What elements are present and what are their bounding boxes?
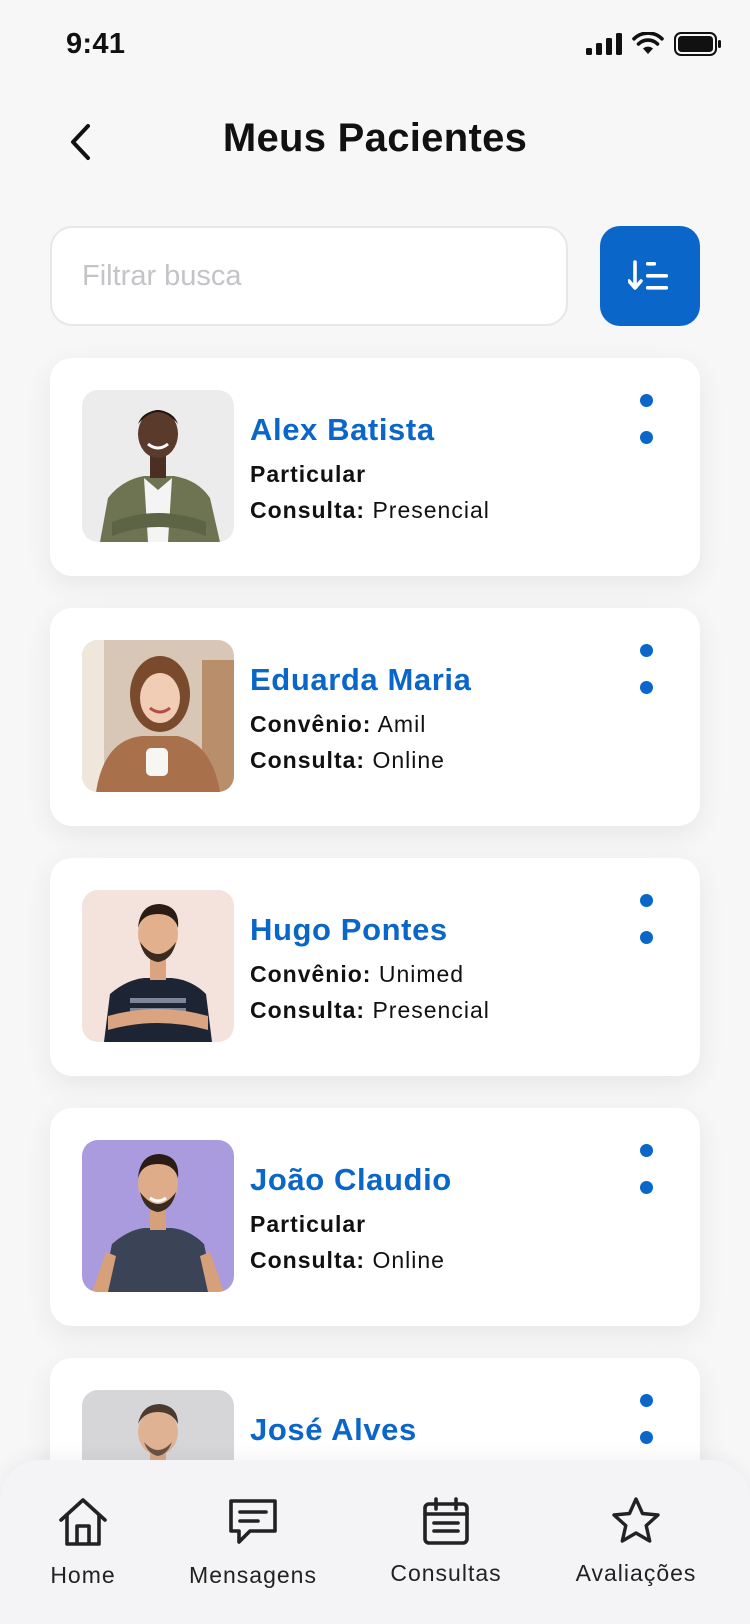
patient-coverage: Particular — [250, 456, 490, 492]
more-vertical-icon — [639, 644, 653, 657]
header: Meus Pacientes — [0, 100, 750, 184]
screen: 9:41 Meus Pacientes Filtrar busca Alex B… — [0, 0, 750, 1624]
more-options-button[interactable] — [636, 1394, 656, 1444]
patient-consultation: Consulta: Online — [250, 1242, 452, 1278]
patient-card[interactable]: Hugo Pontes Convênio: Unimed Consulta: P… — [50, 858, 700, 1076]
nav-item-avaliacoes[interactable]: Avaliações — [566, 1496, 706, 1587]
search-input[interactable] — [82, 259, 566, 293]
nav-label: Mensagens — [189, 1562, 317, 1588]
patient-avatar — [82, 1140, 234, 1292]
patient-info: Hugo Pontes Convênio: Unimed Consulta: P… — [250, 912, 490, 1028]
nav-label: Consultas — [390, 1560, 502, 1586]
more-vertical-icon — [639, 1144, 653, 1157]
nav-label: Avaliações — [575, 1560, 697, 1586]
more-options-button[interactable] — [636, 394, 656, 444]
patient-coverage: Particular — [250, 1206, 452, 1242]
patient-avatar — [82, 640, 234, 792]
patient-card[interactable]: Eduarda Maria Convênio: Amil Consulta: O… — [50, 608, 700, 826]
coverage-label: Convênio: — [250, 961, 372, 987]
search-box — [50, 226, 568, 326]
status-icons — [586, 32, 722, 56]
bottom-nav: Home Mensagens Consultas Avaliações — [0, 1460, 750, 1624]
consultation-label: Consulta: — [250, 1247, 366, 1273]
signal-icon — [586, 33, 622, 55]
coverage-value: Particular — [250, 461, 367, 487]
patient-name: Hugo Pontes — [250, 912, 448, 947]
patient-info: Alex Batista Particular Consulta: Presen… — [250, 412, 490, 528]
patient-info: Eduarda Maria Convênio: Amil Consulta: O… — [250, 662, 471, 778]
consultation-label: Consulta: — [250, 747, 366, 773]
consultation-value: Online — [372, 747, 445, 773]
nav-item-home[interactable]: Home — [40, 1496, 126, 1589]
home-icon — [59, 1498, 107, 1546]
consultation-value: Presencial — [372, 497, 490, 523]
consultation-value: Online — [372, 1247, 445, 1273]
wifi-icon — [632, 32, 664, 54]
patient-info: João Claudio Particular Consulta: Online — [250, 1162, 452, 1278]
more-vertical-icon — [639, 1394, 653, 1407]
sort-button[interactable] — [600, 226, 700, 326]
sort-icon — [628, 260, 668, 290]
coverage-label: Convênio: — [250, 711, 372, 737]
more-vertical-icon — [639, 394, 653, 407]
patient-coverage: Convênio: Amil — [250, 706, 471, 742]
message-icon — [229, 1499, 277, 1544]
patient-card[interactable]: Alex Batista Particular Consulta: Presen… — [50, 358, 700, 576]
patient-consultation: Consulta: Presencial — [250, 992, 490, 1028]
status-time: 9:41 — [66, 28, 126, 60]
patient-info: José Alves — [250, 1412, 417, 1456]
nav-label: Home — [50, 1562, 116, 1588]
nav-item-mensagens[interactable]: Mensagens — [178, 1496, 328, 1589]
more-vertical-icon — [639, 894, 653, 907]
patient-name: José Alves — [250, 1412, 417, 1447]
coverage-value: Unimed — [378, 961, 465, 987]
more-options-button[interactable] — [636, 894, 656, 944]
more-options-button[interactable] — [636, 644, 656, 694]
patient-avatar — [82, 390, 234, 542]
coverage-value: Particular — [250, 1211, 367, 1237]
patient-name: João Claudio — [250, 1162, 452, 1197]
star-icon — [612, 1497, 660, 1543]
coverage-value: Amil — [377, 711, 427, 737]
nav-item-consultas[interactable]: Consultas — [376, 1496, 516, 1587]
patient-name: Alex Batista — [250, 412, 435, 447]
consultation-label: Consulta: — [250, 997, 366, 1023]
page-title: Meus Pacientes — [222, 116, 528, 160]
more-options-button[interactable] — [636, 1144, 656, 1194]
battery-icon — [674, 32, 721, 56]
consultation-value: Presencial — [372, 997, 490, 1023]
patient-name: Eduarda Maria — [250, 662, 472, 697]
calendar-icon — [423, 1497, 469, 1545]
patient-coverage: Convênio: Unimed — [250, 956, 490, 992]
patient-consultation: Consulta: Online — [250, 742, 471, 778]
patient-card[interactable]: João Claudio Particular Consulta: Online — [50, 1108, 700, 1326]
patient-consultation: Consulta: Presencial — [250, 492, 490, 528]
status-bar: 9:41 — [0, 0, 750, 90]
consultation-label: Consulta: — [250, 497, 366, 523]
patient-avatar — [82, 890, 234, 1042]
